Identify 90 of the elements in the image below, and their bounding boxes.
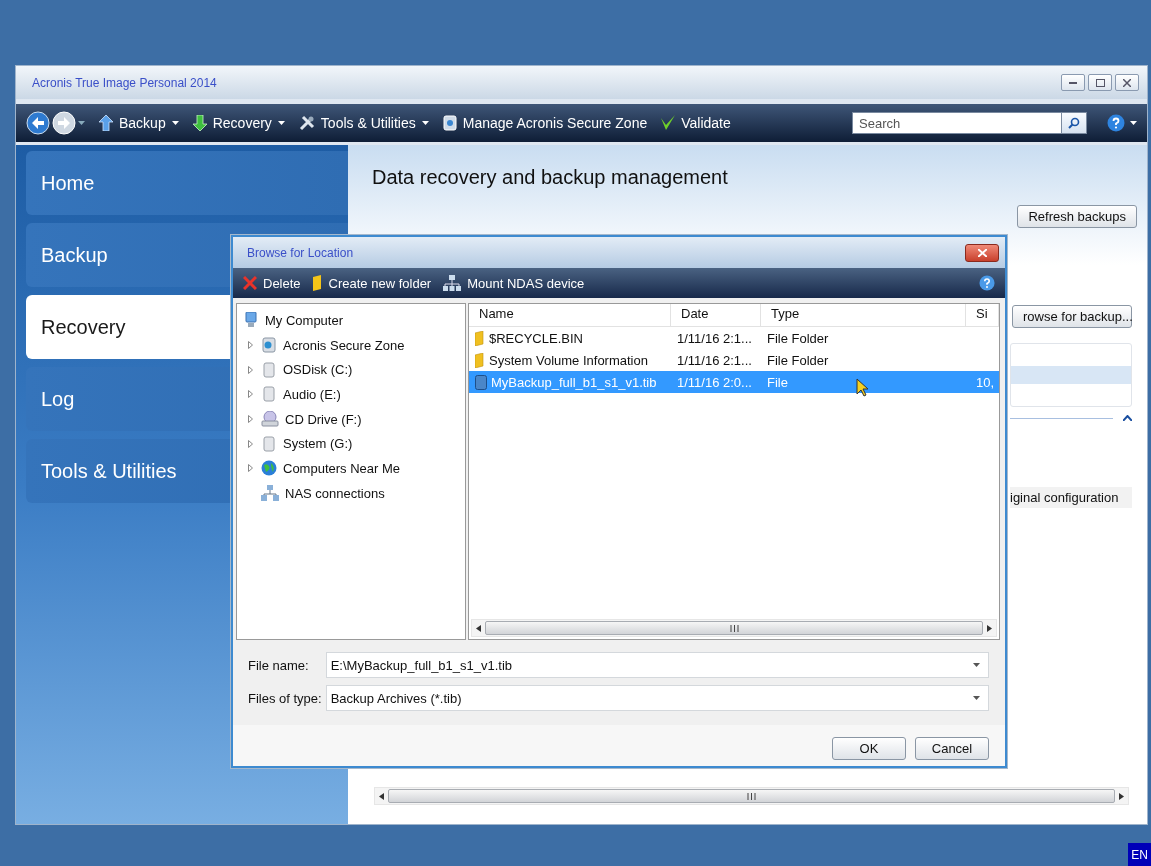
- file-type-label: Files of type:: [248, 690, 322, 706]
- column-header[interactable]: Si: [966, 304, 999, 326]
- close-icon: [977, 248, 987, 257]
- file-type-dropdown[interactable]: Backup Archives (*.tib): [325, 685, 989, 711]
- close-icon: [243, 276, 257, 290]
- column-header[interactable]: Type: [761, 304, 966, 326]
- folder-icon: [475, 352, 485, 368]
- close-button[interactable]: [1115, 74, 1139, 91]
- scroll-right-icon[interactable]: [1119, 792, 1124, 800]
- date-cell-text: 1/11/16 2:1...: [676, 352, 753, 368]
- folder-icon: [475, 330, 485, 346]
- network-icon: [443, 275, 462, 291]
- help-icon[interactable]: [979, 275, 995, 291]
- toolbar-menu-button[interactable]: Backup: [99, 115, 179, 131]
- help-icon: [1107, 114, 1125, 132]
- browse-button[interactable]: rowse for backup...: [1012, 305, 1132, 328]
- option-label: iginal configuration: [1010, 487, 1132, 508]
- horizontal-scrollbar[interactable]: [374, 787, 1129, 805]
- scroll-right-icon[interactable]: [987, 624, 992, 632]
- forward-button[interactable]: [52, 111, 76, 135]
- caret-icon: [973, 663, 980, 667]
- tools-icon: [298, 115, 315, 131]
- drive-icon: [261, 386, 277, 403]
- computer-icon: [243, 312, 259, 329]
- file-icon: [475, 374, 487, 390]
- caret-icon: [1130, 121, 1137, 125]
- drive-icon: [261, 361, 277, 378]
- toolbar-button[interactable]: Mount NDAS device: [443, 275, 585, 291]
- search-button[interactable]: [1061, 112, 1087, 134]
- network-icon: [261, 485, 279, 502]
- type-cell: File Folder: [767, 352, 829, 368]
- drive-icon: [261, 435, 277, 452]
- toolbar-menu-button[interactable]: Manage Acronis Secure Zone: [442, 115, 648, 131]
- expand-icon[interactable]: [248, 390, 253, 399]
- file-name-cell: MyBackup_full_b1_s1_v1.tib: [469, 374, 671, 390]
- expand-icon[interactable]: [248, 464, 253, 473]
- date-cell-text: 1/11/16 2:1...: [676, 330, 753, 346]
- expand-icon[interactable]: [248, 439, 253, 448]
- toolbar-menu-button[interactable]: Recovery: [192, 115, 285, 131]
- column-header[interactable]: Date: [671, 304, 761, 326]
- toolbar-menu-button[interactable]: Tools & Utilities: [298, 115, 429, 131]
- file-name-field[interactable]: E:\MyBackup_full_b1_s1_v1.tib: [325, 652, 989, 678]
- grip-icon: [747, 792, 756, 800]
- mouse-pointer-icon: [856, 378, 869, 397]
- type-cell: File: [767, 374, 788, 390]
- chevron-up-icon[interactable]: [1123, 415, 1132, 421]
- close-button[interactable]: [965, 243, 999, 262]
- file-name-cell: System Volume Information: [469, 352, 671, 368]
- scroll-left-icon[interactable]: [476, 624, 481, 632]
- expand-icon[interactable]: [248, 415, 253, 424]
- expand-icon[interactable]: [248, 341, 253, 350]
- maximize-button[interactable]: [1088, 74, 1112, 91]
- folder-icon: [312, 275, 323, 291]
- file-row[interactable]: System Volume Information 1/11/16 2:1... File Folder: [469, 349, 999, 371]
- drive-icon: [261, 337, 277, 354]
- dialog-button[interactable]: Cancel: [915, 737, 989, 760]
- caret-icon: [973, 696, 980, 700]
- file-row[interactable]: $RECYCLE.BIN 1/11/16 2:1... File Folder: [469, 327, 999, 349]
- size-cell-text: 10,: [975, 374, 996, 390]
- minimize-icon: [1069, 81, 1077, 84]
- minimize-button[interactable]: [1061, 74, 1085, 91]
- column-header[interactable]: Name: [469, 304, 671, 326]
- globe-icon: [261, 460, 277, 477]
- search-icon: [1068, 117, 1080, 129]
- maximize-icon: [1095, 78, 1105, 87]
- page-heading: Data recovery and backup management: [372, 166, 729, 189]
- arrow-down-icon: [192, 115, 207, 131]
- language-indicator[interactable]: EN: [1128, 843, 1151, 866]
- arrow-up-icon: [99, 115, 113, 131]
- back-button[interactable]: [26, 111, 50, 135]
- sidebar-item[interactable]: Home: [26, 151, 348, 215]
- expand-icon[interactable]: [248, 365, 253, 374]
- type-cell: File Folder: [767, 330, 829, 346]
- checkmark-icon: [661, 115, 676, 131]
- help-button[interactable]: [1107, 114, 1137, 132]
- cd-drive-icon: [261, 411, 279, 428]
- scroll-left-icon[interactable]: [379, 792, 384, 800]
- refresh-button[interactable]: Refresh backups: [1017, 205, 1137, 228]
- file-name-label: File name:: [248, 657, 310, 673]
- close-icon: [1123, 78, 1131, 87]
- file-name-cell: $RECYCLE.BIN: [469, 330, 671, 346]
- horizontal-scrollbar[interactable]: [471, 619, 997, 637]
- search-field[interactable]: Search: [852, 112, 1061, 134]
- dialog-button[interactable]: OK: [832, 737, 906, 760]
- date-cell-text: 1/11/16 2:0...: [676, 374, 753, 390]
- caret-icon: [78, 121, 85, 125]
- toolbar-menu-button[interactable]: Validate: [661, 115, 731, 131]
- drive-icon: [442, 115, 457, 131]
- window-title: Acronis True Image Personal 2014: [32, 75, 217, 90]
- grip-icon: [729, 624, 739, 632]
